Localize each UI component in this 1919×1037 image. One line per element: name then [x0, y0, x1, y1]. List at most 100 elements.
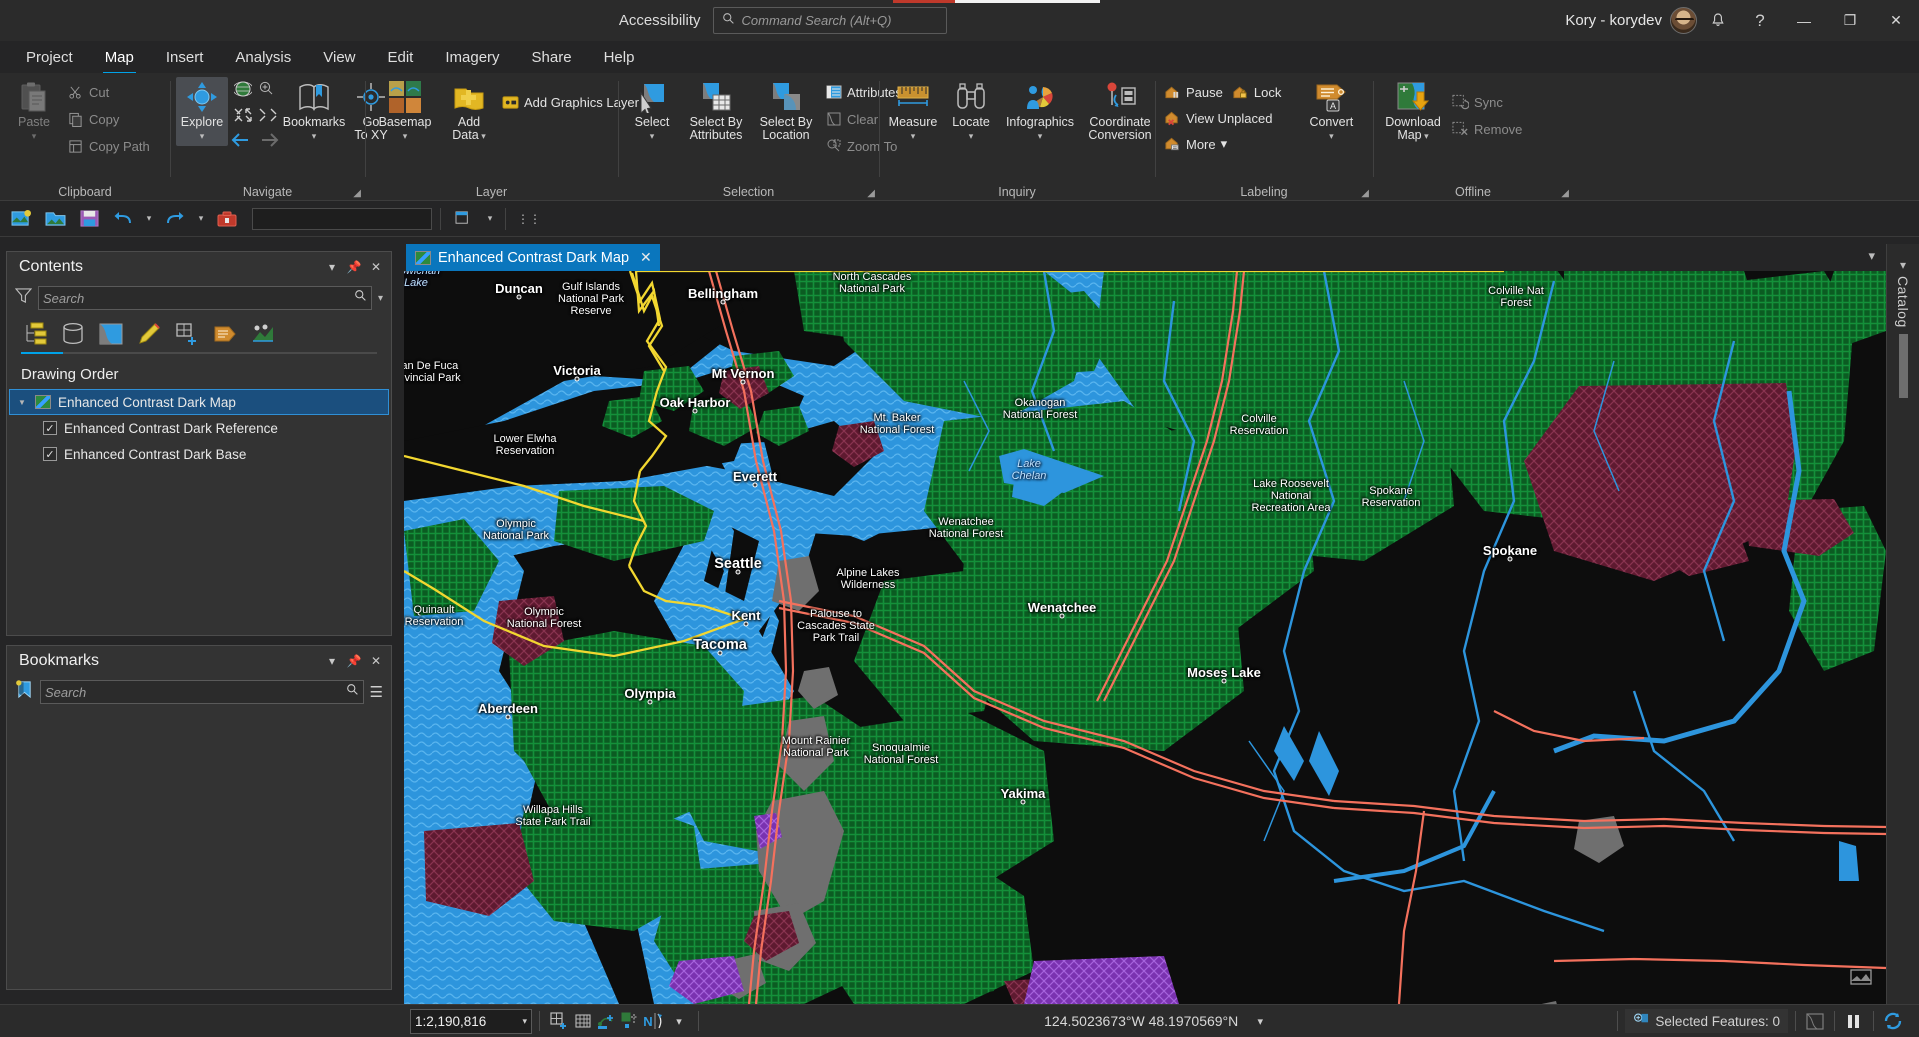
undo-dropdown-icon[interactable]: ▾: [142, 205, 156, 233]
search-icon[interactable]: [354, 289, 367, 307]
navigate-dialog-launcher[interactable]: ◢: [353, 188, 361, 199]
redo-icon[interactable]: [160, 205, 190, 233]
measure-button[interactable]: Measure ▾: [885, 77, 941, 146]
explore-button[interactable]: Explore ▾: [176, 77, 228, 146]
tab-map[interactable]: Map: [89, 45, 150, 75]
new-map-icon[interactable]: [6, 205, 36, 233]
tab-help[interactable]: Help: [588, 45, 651, 70]
tab-insert[interactable]: Insert: [150, 45, 220, 70]
coordinates-dropdown-icon[interactable]: ▾: [1248, 1009, 1272, 1033]
tab-analysis[interactable]: Analysis: [219, 45, 307, 70]
geoprocessing-combo[interactable]: [252, 207, 432, 230]
tab-share[interactable]: Share: [516, 45, 588, 70]
chevron-down-icon[interactable]: ▾: [32, 131, 37, 141]
catalog-pane-label[interactable]: Catalog: [1895, 276, 1911, 328]
chevron-down-icon[interactable]: ▾: [1329, 131, 1334, 141]
toc-row-reference[interactable]: ✓ Enhanced Contrast Dark Reference: [7, 415, 391, 441]
list-by-diagram-tab[interactable]: [249, 320, 277, 348]
chevron-down-icon[interactable]: ▾: [650, 131, 655, 141]
minimize-icon[interactable]: —: [1781, 0, 1827, 41]
pause-drawing-icon[interactable]: [1842, 1009, 1866, 1033]
fixed-zoom-icon[interactable]: [258, 80, 276, 103]
snapping-icon[interactable]: [595, 1009, 619, 1033]
bookmarks-button[interactable]: Bookmarks ▾: [282, 77, 346, 146]
close-icon[interactable]: ✕: [365, 256, 387, 278]
chevron-down-icon[interactable]: ▾: [200, 131, 205, 141]
selection-shape-icon[interactable]: [1803, 1009, 1827, 1033]
tab-project[interactable]: Project: [10, 45, 89, 70]
tab-edit[interactable]: Edit: [372, 45, 430, 70]
chevron-down-icon[interactable]: ▾: [522, 1016, 527, 1027]
next-extent-icon[interactable]: [260, 133, 280, 152]
redo-dropdown-icon[interactable]: ▾: [194, 205, 208, 233]
close-icon[interactable]: ✕: [365, 650, 387, 672]
restore-window-icon[interactable]: ❐: [1827, 0, 1873, 41]
copy-button[interactable]: Copy: [64, 106, 156, 132]
hamburger-menu-icon[interactable]: ☰: [370, 683, 383, 701]
label-pause-button[interactable]: Pause: [1161, 79, 1229, 105]
selection-chip-icon[interactable]: [619, 1009, 643, 1033]
tab-view[interactable]: View: [307, 45, 371, 70]
download-map-button[interactable]: Download Map ▾: [1379, 77, 1447, 146]
close-icon[interactable]: ✕: [640, 249, 652, 266]
triangle-collapse-icon[interactable]: ▼: [18, 398, 28, 407]
list-by-drawing-order-tab[interactable]: [21, 320, 49, 348]
filter-funnel-icon[interactable]: [14, 287, 33, 309]
copy-path-button[interactable]: Copy Path: [64, 133, 156, 159]
north-arrow-icon[interactable]: N: [643, 1009, 667, 1033]
paste-button[interactable]: Paste ▾: [6, 77, 62, 146]
list-by-selection-tab[interactable]: [97, 320, 125, 348]
map-tools-dropdown-icon[interactable]: ▾: [667, 1009, 691, 1033]
map-tabs-chevron-icon[interactable]: ▾: [1868, 248, 1875, 264]
command-search-input[interactable]: Command Search (Alt+Q): [712, 7, 947, 34]
pin-icon[interactable]: 📌: [343, 256, 365, 278]
select-button[interactable]: Select ▾: [624, 77, 680, 146]
open-project-icon[interactable]: [40, 205, 70, 233]
layout-dropdown-icon[interactable]: ▾: [483, 205, 497, 233]
list-by-labeling-tab[interactable]: [211, 320, 239, 348]
remove-offline-button[interactable]: Remove: [1449, 116, 1528, 142]
previous-extent-icon[interactable]: [230, 133, 250, 152]
locate-button[interactable]: Locate ▾: [943, 77, 999, 146]
labeling-dialog-launcher[interactable]: ◢: [1361, 188, 1369, 199]
question-mark-icon[interactable]: ?: [1739, 0, 1781, 41]
map-overview-icon[interactable]: [1850, 967, 1872, 992]
toolbox-icon[interactable]: [212, 205, 242, 233]
customize-icon[interactable]: ⋮⋮: [514, 205, 544, 233]
accessibility-label[interactable]: Accessibility: [619, 12, 701, 29]
toc-row-map[interactable]: ▼ Enhanced Contrast Dark Map: [9, 389, 389, 415]
zoom-out-fixed-icon[interactable]: [258, 107, 278, 128]
tab-imagery[interactable]: Imagery: [429, 45, 515, 70]
bookmarks-search-input[interactable]: Search: [40, 680, 364, 704]
chevron-down-icon[interactable]: ▾: [1900, 258, 1906, 272]
search-icon[interactable]: [346, 683, 359, 701]
sync-button[interactable]: Sync: [1449, 89, 1528, 115]
infographics-button[interactable]: Infographics ▾: [1001, 77, 1079, 146]
grid-icon[interactable]: [571, 1009, 595, 1033]
label-lock-button[interactable]: Lock: [1229, 79, 1287, 105]
layer-visibility-checkbox[interactable]: ✓: [43, 447, 57, 461]
list-by-editing-tab[interactable]: [135, 320, 163, 348]
chevron-down-icon[interactable]: ▾: [321, 650, 343, 672]
catalog-scrollbar[interactable]: [1898, 333, 1908, 398]
contents-search-dropdown-icon[interactable]: ▾: [378, 293, 383, 304]
coordinate-conversion-button[interactable]: Coordinate Conversion: [1081, 77, 1159, 145]
map-tab[interactable]: Enhanced Contrast Dark Map ✕: [406, 244, 660, 271]
list-by-data-source-tab[interactable]: [59, 320, 87, 348]
selection-dialog-launcher[interactable]: ◢: [867, 188, 875, 199]
chevron-down-icon[interactable]: ▾: [479, 131, 486, 141]
chevron-down-icon[interactable]: ▾: [312, 131, 317, 141]
convert-labels-button[interactable]: A Convert ▾: [1297, 77, 1365, 146]
select-by-attributes-button[interactable]: Select By Attributes: [682, 77, 750, 145]
map-scale-combo[interactable]: 1:2,190,816 ▾: [410, 1008, 532, 1034]
refresh-icon[interactable]: [1881, 1009, 1905, 1033]
label-more-button[interactable]: More ▾: [1161, 131, 1287, 157]
bell-icon[interactable]: [1697, 0, 1739, 41]
map-canvas[interactable]: Cowichan LakeDuncanGulf Islands National…: [404, 271, 1886, 1004]
globe-icon[interactable]: [232, 80, 254, 103]
chevron-down-icon[interactable]: ▾: [911, 131, 916, 141]
layer-visibility-checkbox[interactable]: ✓: [43, 421, 57, 435]
avatar[interactable]: [1670, 7, 1698, 34]
pin-icon[interactable]: 📌: [343, 650, 365, 672]
chevron-down-icon[interactable]: ▾: [403, 131, 408, 141]
